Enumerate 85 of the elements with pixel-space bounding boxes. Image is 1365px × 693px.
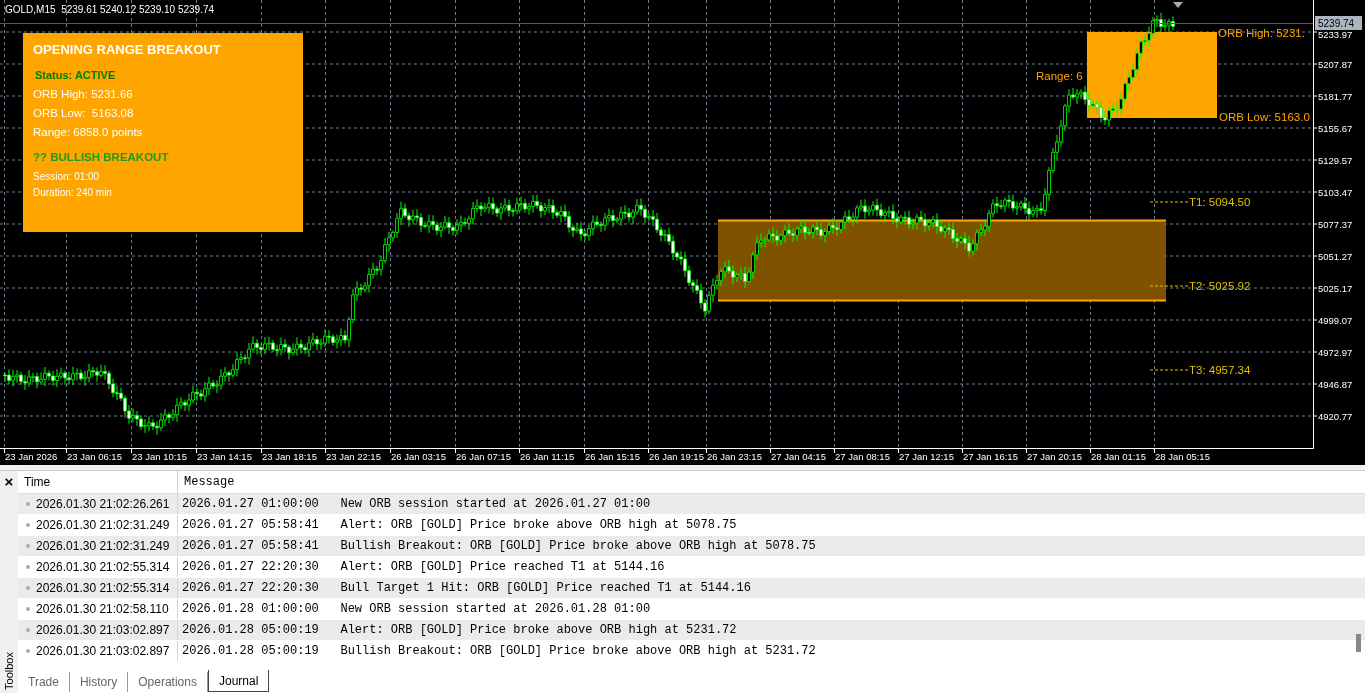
bullet-icon [26, 586, 30, 590]
target-line [1149, 201, 1189, 203]
status-text: Status: ACTIVE [35, 69, 116, 81]
log-time: 2026.01.30 21:02:26.261 [36, 497, 170, 511]
time-tick: 28 Jan 05:15 [1155, 451, 1210, 462]
session-info: Session: 01:00 [33, 171, 100, 182]
price-tick: 5181.77 [1318, 91, 1353, 102]
price-tick: 5129.57 [1318, 155, 1353, 166]
target-line [1149, 285, 1189, 287]
log-time: 2026.01.30 21:02:31.249 [36, 518, 170, 532]
time-tick: 26 Jan 07:15 [456, 451, 511, 462]
log-time: 2026.01.30 21:02:55.314 [36, 560, 170, 574]
price-tick: 5155.67 [1318, 123, 1353, 134]
log-time: 2026.01.30 21:02:55.314 [36, 581, 170, 595]
orb-low-label: ORB Low: 5163.0 [1219, 111, 1310, 123]
column-header[interactable]: Time [18, 471, 178, 493]
time-tick: 27 Jan 12:15 [899, 451, 954, 462]
time-tick: 26 Jan 19:15 [649, 451, 704, 462]
price-tick: 5233.97 [1318, 29, 1353, 40]
log-message: 2026.01.28 05:00:19 Alert: ORB [GOLD] Price broke above ORB high at 5231.72 [181, 622, 737, 639]
time-tick: 26 Jan 03:15 [391, 451, 446, 462]
bullet-icon [26, 607, 30, 611]
time-tick: 27 Jan 08:15 [835, 451, 890, 462]
orb-high-label: ORB High: 5231. [1218, 27, 1305, 39]
range-label: Range: 6 [1036, 70, 1083, 82]
column-header[interactable]: Message [178, 471, 1365, 493]
toolbox-tab[interactable]: History [69, 672, 129, 692]
time-tick: 28 Jan 01:15 [1091, 451, 1146, 462]
bullet-icon [26, 565, 30, 569]
orb-info: ORB High: 5231.66 [33, 88, 133, 100]
orb-info: ORB Low: 5163.08 [33, 107, 134, 119]
scroll-thumb[interactable] [1356, 634, 1361, 652]
time-tick: 23 Jan 22:15 [326, 451, 381, 462]
log-message: 2026.01.27 22:20:30 Alert: ORB [GOLD] Price reached T1 at 5144.16 [181, 559, 665, 576]
target-label: T3: 4957.34 [1189, 364, 1251, 376]
current-price-tag: 5239.74 [1315, 16, 1362, 30]
price-tick: 4972.97 [1318, 347, 1353, 358]
panel-title: OPENING RANGE BREAKOUT [33, 42, 221, 57]
toolbox-title: Toolbox [3, 652, 15, 690]
toolbox-tab[interactable]: Journal [207, 670, 270, 692]
price-tick: 5025.17 [1318, 283, 1353, 294]
bullet-icon [26, 502, 30, 506]
target-label: T1: 5094.50 [1189, 196, 1251, 208]
price-tick: 5051.27 [1318, 251, 1353, 262]
time-tick: 23 Jan 14:15 [197, 451, 252, 462]
time-tick: 27 Jan 16:15 [963, 451, 1018, 462]
time-tick: 27 Jan 20:15 [1027, 451, 1082, 462]
time-tick: 23 Jan 2026 [5, 451, 58, 462]
time-tick: 26 Jan 15:15 [585, 451, 640, 462]
bullet-icon [26, 649, 30, 653]
session-info: Duration: 240 min [33, 187, 112, 198]
log-message: 2026.01.27 05:58:41 Bullish Breakout: ORB [GOLD] Price broke above ORB high at 5078.75 [181, 538, 816, 555]
symbol-quote: GOLD,M15 5239.61 5240.12 5239.10 5239.74 [5, 4, 215, 15]
log-time: 2026.01.30 21:03:02.897 [36, 644, 170, 658]
log-message: 2026.01.27 22:20:30 Bull Target 1 Hit: ORB [GOLD] Price reached T1 at 5144.16 [181, 580, 751, 597]
price-tick: 5103.47 [1318, 187, 1353, 198]
log-message: 2026.01.27 01:00:00 New ORB session started at 2026.01.27 01:00 [181, 496, 651, 513]
time-tick: 26 Jan 23:15 [707, 451, 762, 462]
price-tick: 5207.87 [1318, 59, 1353, 70]
time-tick: 27 Jan 04:15 [771, 451, 826, 462]
down-arrow-icon [1173, 2, 1183, 8]
time-tick: 23 Jan 06:15 [67, 451, 122, 462]
log-time: 2026.01.30 21:02:31.249 [36, 539, 170, 553]
price-tick: 4946.87 [1318, 379, 1353, 390]
orb-info: Range: 6858.0 points [33, 126, 143, 138]
price-tick: 4999.07 [1318, 315, 1353, 326]
close-button[interactable]: × [4, 475, 14, 489]
toolbox-tab[interactable]: Trade [18, 672, 70, 692]
bullet-icon [26, 523, 30, 527]
log-message: 2026.01.27 05:58:41 Alert: ORB [GOLD] Price broke above ORB high at 5078.75 [181, 517, 737, 534]
signal-text: ?? BULLISH BREAKOUT [33, 151, 169, 163]
target-label: T2: 5025.92 [1189, 280, 1251, 292]
toolbox-tab[interactable]: Operations [128, 672, 208, 692]
price-tick: 4920.77 [1318, 411, 1353, 422]
log-time: 2026.01.30 21:02:58.110 [36, 602, 169, 616]
time-tick: 23 Jan 18:15 [262, 451, 317, 462]
time-tick: 23 Jan 10:15 [132, 451, 187, 462]
bullet-icon [26, 628, 30, 632]
log-message: 2026.01.28 01:00:00 New ORB session started at 2026.01.28 01:00 [181, 601, 651, 618]
target-line [1149, 369, 1189, 371]
time-tick: 26 Jan 11:15 [520, 451, 575, 462]
price-tick: 5077.37 [1318, 219, 1353, 230]
log-message: 2026.01.28 05:00:19 Bullish Breakout: ORB [GOLD] Price broke above ORB high at 5231.72 [181, 643, 816, 660]
log-time: 2026.01.30 21:03:02.897 [36, 623, 170, 637]
bullet-icon [26, 544, 30, 548]
